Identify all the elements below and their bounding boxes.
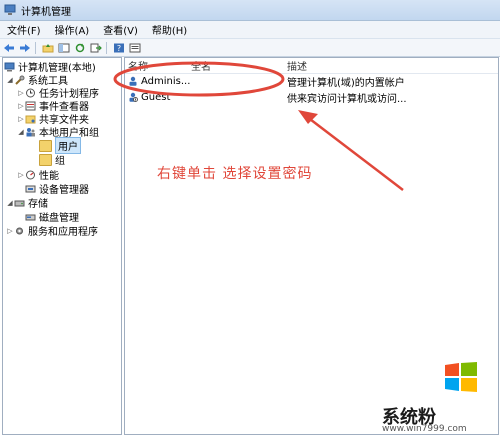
help-button[interactable]: ? bbox=[112, 41, 126, 54]
user-description: 管理计算机(域)的内置帐户 bbox=[287, 77, 405, 89]
up-folder-icon bbox=[42, 43, 54, 52]
tree-label: 性能 bbox=[39, 171, 59, 182]
collapse-arrow-icon[interactable]: ◢ bbox=[6, 76, 14, 84]
tree-label: 设备管理器 bbox=[39, 185, 89, 196]
tree-item-device-manager[interactable]: 设备管理器 bbox=[25, 182, 89, 196]
show-hide-tree-button[interactable] bbox=[57, 41, 71, 54]
menu-view[interactable]: 查看(V) bbox=[96, 22, 145, 37]
column-header-name[interactable]: 名称 bbox=[128, 58, 188, 73]
tree-item-disk-management[interactable]: 磁盘管理 bbox=[25, 210, 79, 224]
menu-bar: 文件(F) 操作(A) 查看(V) 帮助(H) bbox=[0, 21, 500, 39]
expand-arrow-icon[interactable]: ▷ bbox=[17, 115, 25, 123]
annotation-text: 右键单击 选择设置密码 bbox=[157, 166, 313, 182]
menu-help[interactable]: 帮助(H) bbox=[145, 22, 194, 37]
windows-logo bbox=[445, 362, 477, 392]
svg-text:?: ? bbox=[117, 44, 121, 53]
computer-management-icon bbox=[4, 62, 15, 71]
up-folder-button[interactable] bbox=[41, 41, 55, 54]
toolbar: ? bbox=[0, 39, 500, 57]
toolbar-separator bbox=[106, 41, 107, 54]
toolbar-separator bbox=[35, 41, 36, 54]
column-header-description[interactable]: 描述 bbox=[287, 58, 487, 73]
user-name-cell: Adminis... bbox=[128, 74, 190, 88]
user-name: Guest bbox=[141, 91, 171, 103]
navigation-tree: 计算机管理(本地) ◢ 系统工具 ▷ 任务计划程序 ▷ 事件查看器 ▷ 共享文件… bbox=[2, 57, 122, 435]
services-icon bbox=[16, 227, 23, 234]
tree-label: 存储 bbox=[28, 199, 48, 210]
back-icon bbox=[4, 43, 14, 52]
expand-arrow-icon[interactable]: ▷ bbox=[6, 227, 14, 235]
folder-icon bbox=[39, 139, 52, 152]
window-title: 计算机管理 bbox=[21, 6, 71, 18]
tree-item-groups[interactable]: 组 bbox=[39, 153, 65, 167]
tree-item-services-apps[interactable]: ▷ 服务和应用程序 bbox=[6, 224, 98, 239]
menu-file[interactable]: 文件(F) bbox=[0, 22, 48, 37]
export-button[interactable] bbox=[89, 41, 103, 54]
expand-arrow-icon[interactable]: ▷ bbox=[17, 89, 25, 97]
performance-icon bbox=[26, 170, 35, 179]
refresh-icon bbox=[75, 43, 85, 52]
users-icon bbox=[26, 127, 35, 136]
help-icon: ? bbox=[114, 43, 124, 53]
title-bar: 计算机管理 bbox=[0, 0, 500, 21]
column-header-fullname[interactable]: 全名 bbox=[191, 58, 281, 73]
expand-arrow-icon[interactable]: ▷ bbox=[17, 102, 25, 110]
forward-icon bbox=[20, 43, 30, 52]
properties-button[interactable] bbox=[128, 41, 142, 54]
shared-folder-icon bbox=[25, 115, 36, 123]
device-manager-icon bbox=[25, 185, 36, 192]
computer-management-icon bbox=[4, 4, 16, 15]
folder-icon bbox=[39, 153, 52, 166]
tree-label: 组 bbox=[55, 156, 65, 167]
properties-icon bbox=[129, 43, 141, 52]
user-name: Adminis... bbox=[141, 75, 191, 87]
user-name-cell: Guest bbox=[128, 90, 170, 104]
storage-icon bbox=[14, 200, 25, 206]
tree-item-storage[interactable]: ◢ 存储 bbox=[6, 196, 48, 211]
user-list-pane: 名称 全名 描述 Adminis... 管理计算机(域)的内置帐户 Guest … bbox=[124, 57, 499, 435]
event-viewer-icon bbox=[25, 101, 36, 110]
user-description: 供来宾访问计算机或访问... bbox=[287, 93, 407, 105]
table-row[interactable]: Adminis... 管理计算机(域)的内置帐户 bbox=[125, 74, 498, 89]
tree-item-users[interactable]: 用户 bbox=[39, 137, 81, 154]
clock-icon bbox=[26, 88, 35, 97]
tree-label: 服务和应用程序 bbox=[28, 227, 98, 238]
back-button[interactable] bbox=[2, 41, 16, 54]
forward-button[interactable] bbox=[18, 41, 32, 54]
user-icon bbox=[129, 76, 137, 86]
refresh-button[interactable] bbox=[73, 41, 87, 54]
user-disabled-icon bbox=[129, 92, 138, 102]
expand-arrow-icon[interactable]: ▷ bbox=[17, 171, 25, 179]
menu-action[interactable]: 操作(A) bbox=[48, 22, 97, 37]
show-hide-tree-icon bbox=[58, 43, 70, 52]
export-icon bbox=[90, 43, 102, 52]
table-row[interactable]: Guest 供来宾访问计算机或访问... bbox=[125, 90, 498, 105]
tree-label: 磁盘管理 bbox=[39, 213, 79, 224]
disk-icon bbox=[25, 214, 36, 220]
collapse-arrow-icon[interactable]: ◢ bbox=[17, 128, 25, 136]
tools-icon bbox=[15, 75, 25, 85]
collapse-arrow-icon[interactable]: ◢ bbox=[6, 199, 14, 207]
tree-item-performance[interactable]: ▷ 性能 bbox=[17, 168, 59, 182]
watermark-url: www.win7999.com bbox=[382, 424, 467, 434]
